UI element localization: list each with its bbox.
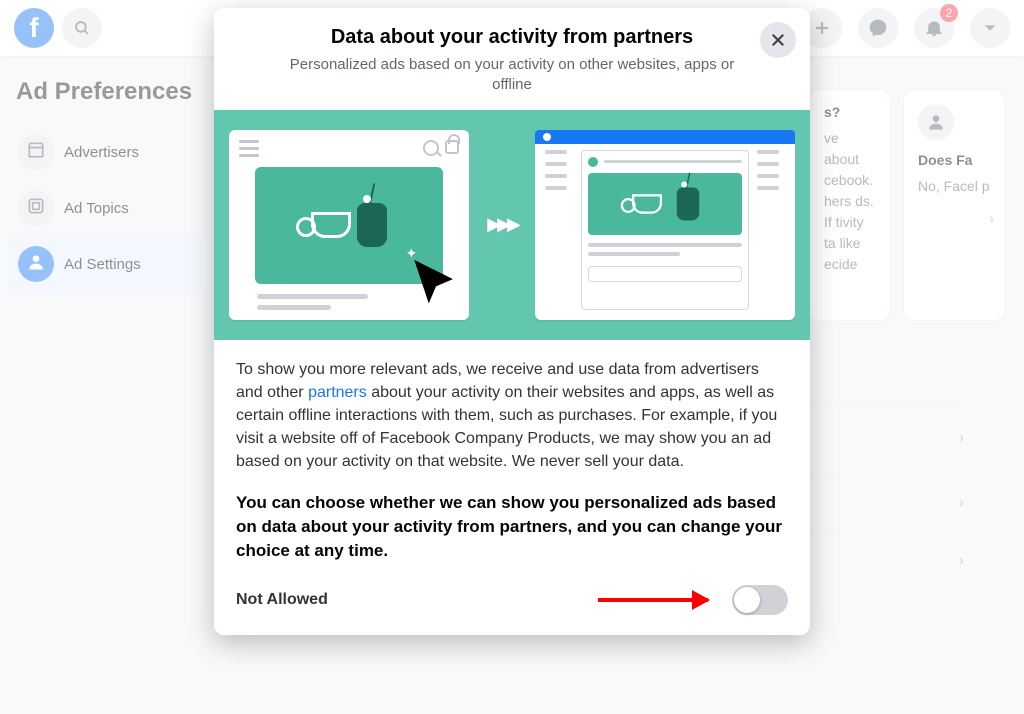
close-button[interactable]: [760, 22, 796, 58]
modal-choice-statement: You can choose whether we can show you p…: [236, 491, 788, 562]
partner-data-modal: Data about your activity from partners P…: [214, 8, 810, 635]
partners-link[interactable]: partners: [308, 384, 367, 401]
toggle-label: Not Allowed: [236, 591, 328, 609]
lock-icon: [445, 140, 459, 154]
toggle-knob: [734, 587, 760, 613]
hamburger-icon: [239, 140, 259, 157]
allow-data-toggle[interactable]: [732, 585, 788, 615]
modal-illustration: ✦ ▶▶▶: [214, 110, 810, 340]
cursor-icon: [407, 255, 465, 318]
modal-description: To show you more relevant ads, we receiv…: [236, 358, 788, 474]
modal-title: Data about your activity from partners: [274, 26, 750, 49]
modal-subtitle: Personalized ads based on your activity …: [274, 55, 750, 96]
search-icon: [423, 140, 439, 156]
transfer-arrows-icon: ▶▶▶: [487, 214, 517, 235]
close-icon: [769, 31, 787, 49]
facebook-header-bar: [535, 130, 795, 144]
annotation-arrow: [598, 598, 708, 602]
